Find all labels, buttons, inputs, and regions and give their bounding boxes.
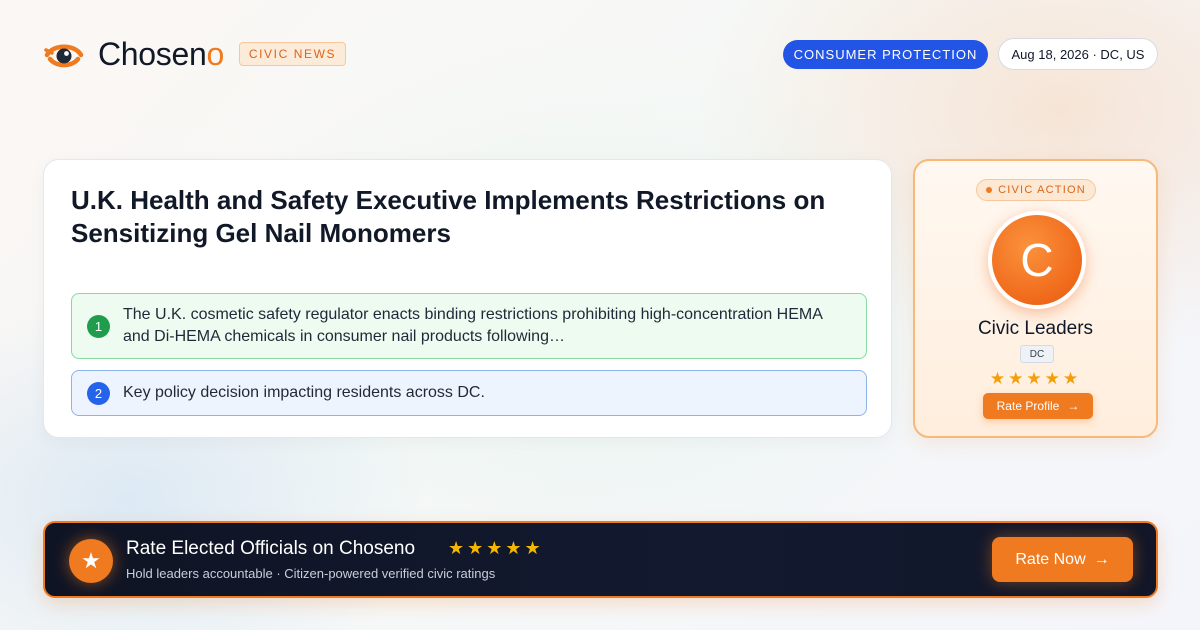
rate-now-label: Rate Now bbox=[1015, 550, 1086, 568]
official-name: Civic Leaders bbox=[977, 318, 1094, 339]
arrow-right-icon: → bbox=[1093, 550, 1110, 568]
point-number-badge: 2 bbox=[87, 382, 110, 405]
state-badge: DC bbox=[1020, 345, 1054, 363]
date-location-pill: Aug 18, 2026 · DC, US bbox=[998, 38, 1158, 70]
rate-now-button[interactable]: Rate Now → bbox=[992, 537, 1133, 582]
arrow-right-icon: → bbox=[1067, 399, 1080, 413]
eye-logo-icon bbox=[44, 44, 84, 68]
rating-stars-icon: ★★★★★ bbox=[989, 369, 1082, 388]
civic-action-card: CIVIC ACTION C Civic Leaders DC ★★★★★ Ra… bbox=[913, 159, 1158, 438]
category-pill[interactable]: CONSUMER PROTECTION bbox=[783, 40, 988, 69]
civic-action-tag: CIVIC ACTION bbox=[976, 179, 1096, 201]
brand-name: Choseno bbox=[98, 35, 224, 72]
point-text: The U.K. cosmetic safety regulator enact… bbox=[123, 306, 823, 345]
article-point: 1 The U.K. cosmetic safety regulator ena… bbox=[71, 293, 867, 359]
article-card: U.K. Health and Safety Executive Impleme… bbox=[43, 159, 892, 438]
rate-profile-button[interactable]: Rate Profile → bbox=[983, 393, 1093, 419]
banner-stars-icon: ★★★★★ bbox=[448, 538, 544, 558]
brand-logo[interactable]: Choseno bbox=[44, 34, 224, 74]
rate-profile-label: Rate Profile bbox=[996, 399, 1060, 413]
point-number-badge: 1 bbox=[87, 315, 110, 338]
article-point: 2 Key policy decision impacting resident… bbox=[71, 370, 867, 416]
rate-officials-banner: ★ Rate Elected Officials on Choseno ★★★★… bbox=[43, 521, 1158, 598]
point-text: Key policy decision impacting residents … bbox=[123, 384, 485, 401]
star-icon: ★ bbox=[69, 539, 113, 583]
dot-icon bbox=[986, 187, 993, 193]
avatar[interactable]: C bbox=[988, 211, 1086, 309]
article-headline: U.K. Health and Safety Executive Impleme… bbox=[71, 185, 826, 248]
civic-news-tag: CIVIC NEWS bbox=[239, 42, 346, 66]
banner-title: Rate Elected Officials on Choseno bbox=[126, 538, 416, 559]
banner-subtitle: Hold leaders accountable · Citizen-power… bbox=[126, 566, 496, 581]
